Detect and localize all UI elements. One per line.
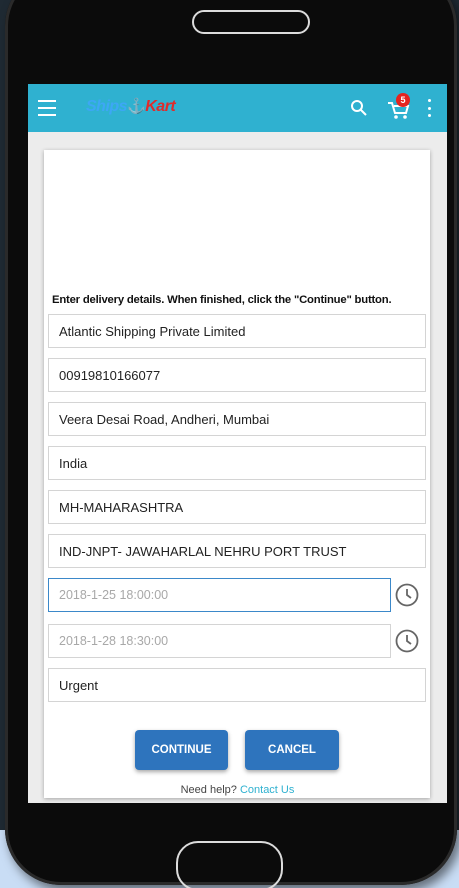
cart-count-badge: 5 bbox=[396, 93, 410, 107]
more-options-icon[interactable] bbox=[426, 99, 432, 117]
delivery-form-card: Enter delivery details. When finished, c… bbox=[44, 150, 430, 798]
end-datetime-field[interactable]: 2018-1-28 18:30:00 bbox=[48, 624, 391, 658]
phone-field[interactable]: 00919810166077 bbox=[48, 358, 426, 392]
phone-speaker bbox=[192, 10, 310, 34]
menu-icon[interactable] bbox=[38, 100, 56, 116]
logo-text-ships: Ships bbox=[86, 98, 128, 115]
app-screen: Ships⚓Kart 5 Enter delivery details. Whe… bbox=[28, 84, 447, 803]
help-footer: Need help? Contact Us bbox=[28, 784, 447, 796]
help-text: Need help? bbox=[180, 784, 237, 796]
home-button[interactable] bbox=[176, 841, 283, 888]
continue-button[interactable]: CONTINUE bbox=[135, 730, 228, 770]
app-logo[interactable]: Ships⚓Kart bbox=[86, 97, 176, 116]
priority-field[interactable]: Urgent bbox=[48, 668, 426, 702]
app-bar: Ships⚓Kart 5 bbox=[28, 84, 447, 132]
ship-icon: ⚓ bbox=[127, 98, 146, 115]
search-icon[interactable] bbox=[350, 99, 368, 117]
contact-us-link[interactable]: Contact Us bbox=[240, 784, 294, 796]
clock-icon[interactable] bbox=[395, 629, 419, 653]
port-field[interactable]: IND-JNPT- JAWAHARLAL NEHRU PORT TRUST bbox=[48, 534, 426, 568]
address-field[interactable]: Veera Desai Road, Andheri, Mumbai bbox=[48, 402, 426, 436]
company-name-field[interactable]: Atlantic Shipping Private Limited bbox=[48, 314, 426, 348]
cancel-button[interactable]: CANCEL bbox=[245, 730, 339, 770]
clock-icon[interactable] bbox=[395, 583, 419, 607]
form-instructions: Enter delivery details. When finished, c… bbox=[52, 294, 392, 306]
state-field[interactable]: MH-MAHARASHTRA bbox=[48, 490, 426, 524]
start-datetime-field[interactable]: 2018-1-25 18:00:00 bbox=[48, 578, 391, 612]
logo-text-kart: Kart bbox=[145, 98, 176, 115]
country-field[interactable]: India bbox=[48, 446, 426, 480]
